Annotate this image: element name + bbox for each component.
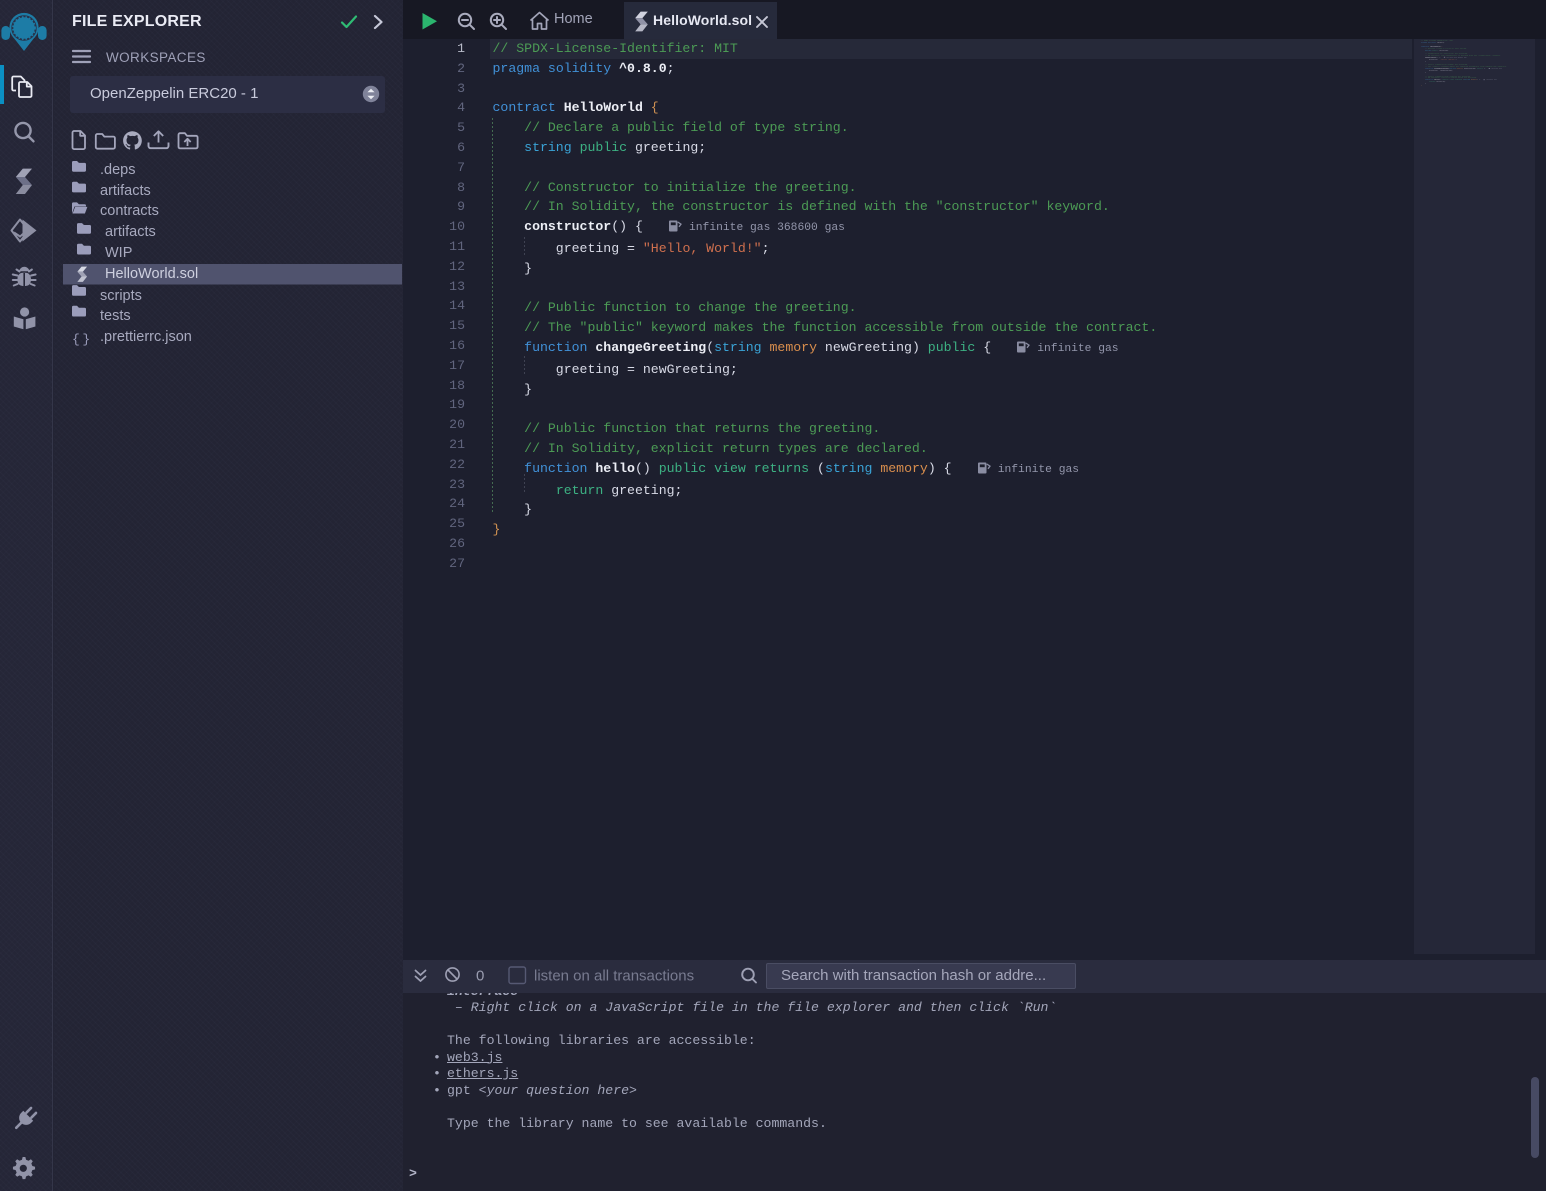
- svg-text:{ }: { }: [72, 332, 90, 347]
- svg-text:0: 0: [476, 968, 484, 985]
- svg-text:listen on all transactions: listen on all transactions: [534, 968, 694, 985]
